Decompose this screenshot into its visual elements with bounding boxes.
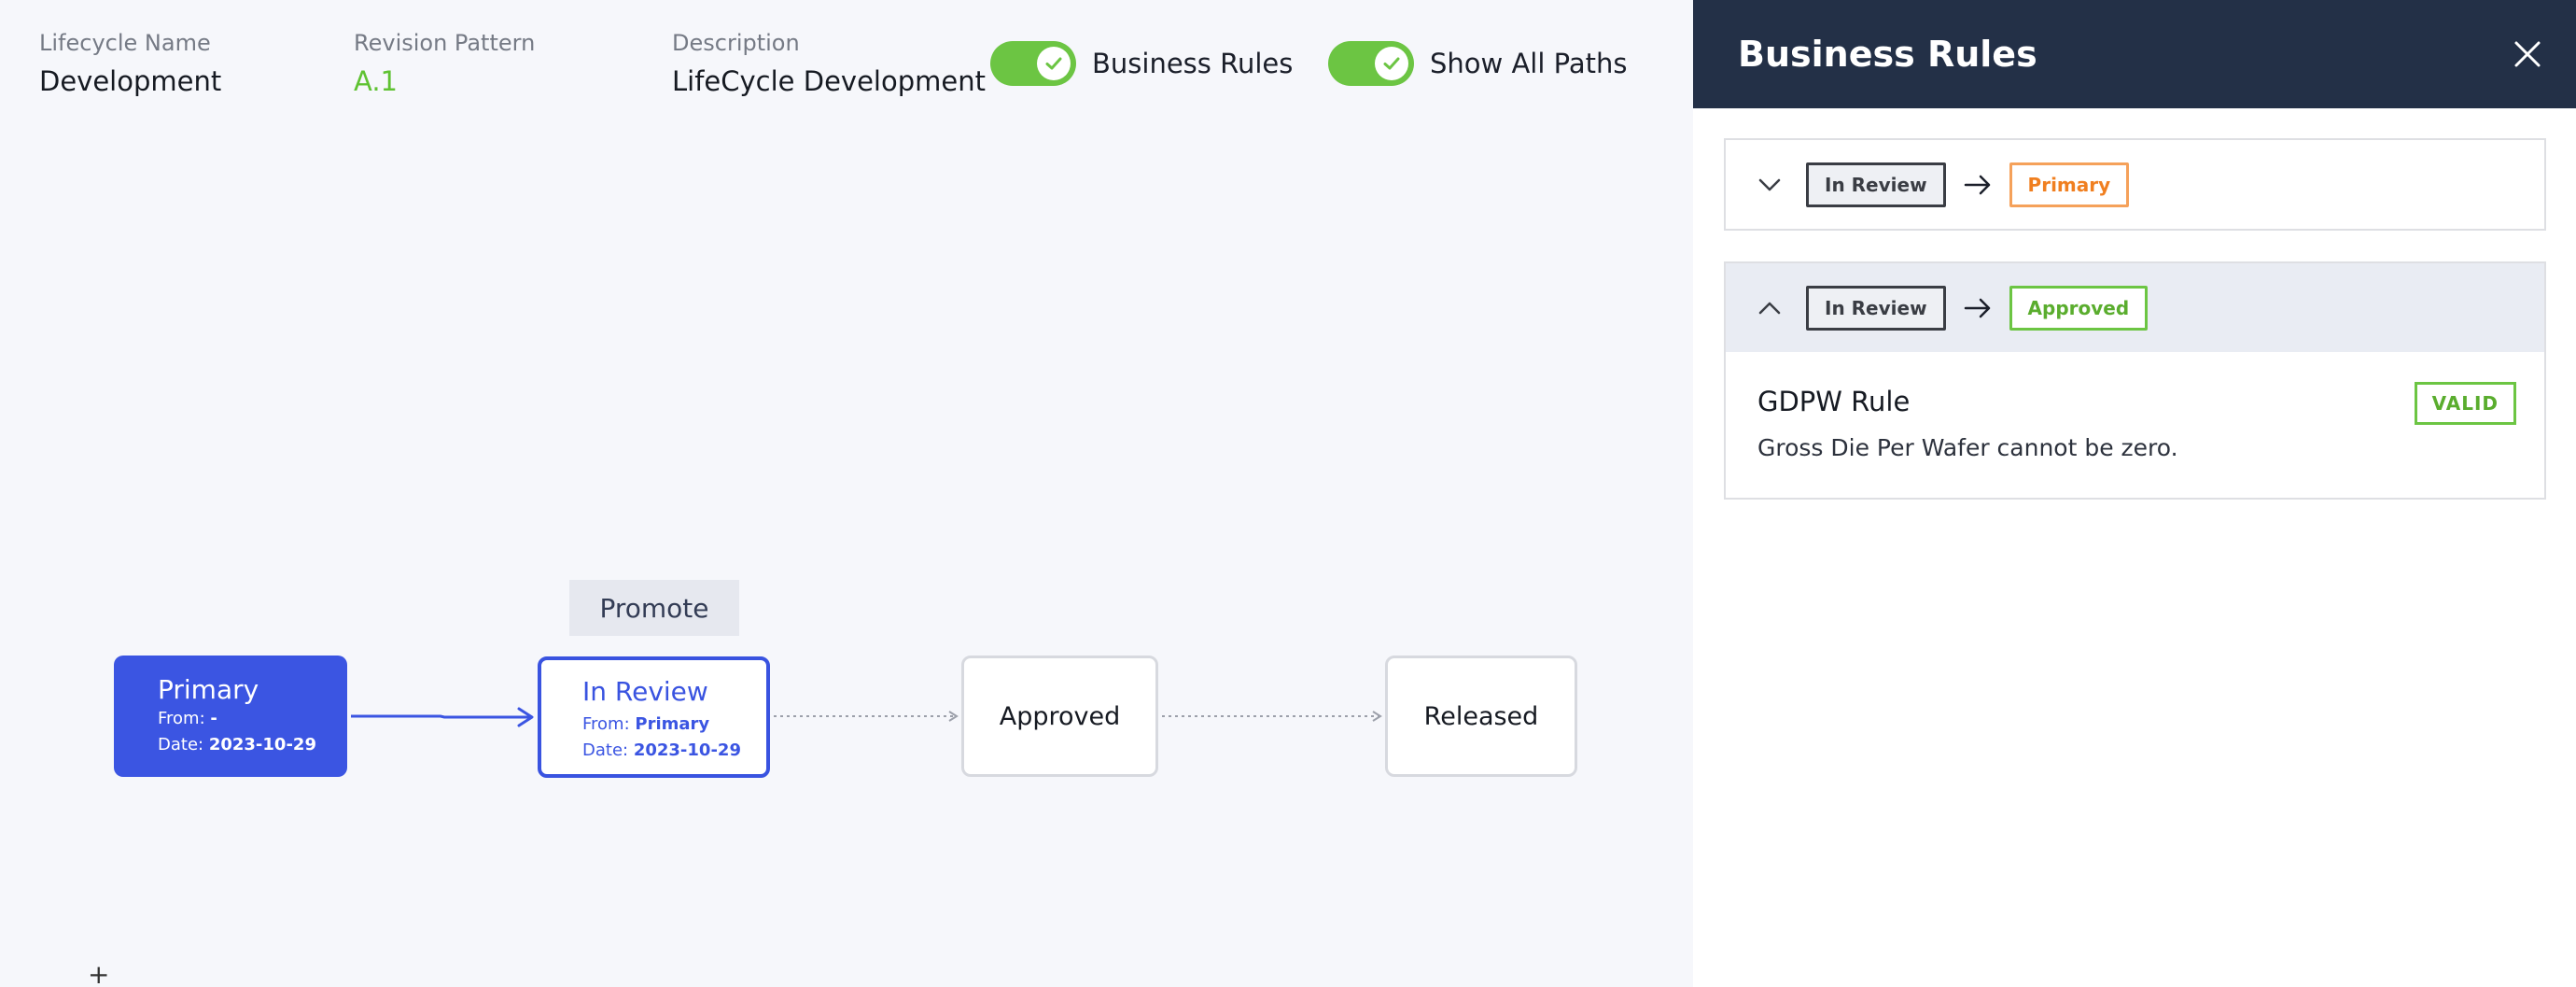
transition-rule-in-review-to-approved: In Review Approved GDPW Rule Gross Die P… <box>1724 261 2546 500</box>
transition-header[interactable]: In Review Primary <box>1726 140 2544 229</box>
state-node-title: Primary <box>158 674 259 705</box>
flow-connectors <box>351 707 1382 727</box>
show-all-paths-toggle-group: Show All Paths <box>1328 41 1627 86</box>
to-state-tag: Approved <box>2009 285 2149 331</box>
from-value: - <box>210 709 217 728</box>
state-node-in-review[interactable]: In Review From: Primary Date: 2023-10-29 <box>538 656 770 778</box>
state-node-released[interactable]: Released <box>1385 656 1577 777</box>
description-field: Description LifeCycle Development <box>672 30 986 97</box>
revision-pattern-value: A.1 <box>354 65 398 97</box>
from-label: From: <box>158 709 205 728</box>
promote-button[interactable]: Promote <box>569 580 739 636</box>
from-state-tag: In Review <box>1806 285 1946 331</box>
show-all-paths-toggle-label: Show All Paths <box>1430 48 1628 79</box>
show-all-paths-toggle[interactable] <box>1328 41 1414 86</box>
status-badge: VALID <box>2414 382 2516 425</box>
check-icon <box>1037 47 1071 80</box>
to-state-tag: Primary <box>2009 162 2130 207</box>
date-value: 2023-10-29 <box>633 740 741 760</box>
state-node-date: Date: 2023-10-29 <box>582 738 766 764</box>
from-state-tag: In Review <box>1806 162 1946 207</box>
business-rules-toggle-label: Business Rules <box>1092 48 1294 79</box>
revision-pattern-field: Revision Pattern A.1 <box>354 30 535 97</box>
description-label: Description <box>672 30 800 56</box>
rule-detail: GDPW Rule Gross Die Per Wafer cannot be … <box>1726 352 2544 462</box>
rule-description: Gross Die Per Wafer cannot be zero. <box>1757 434 2178 461</box>
date-label: Date: <box>158 735 204 754</box>
date-label: Date: <box>582 740 629 760</box>
lifecycle-name-label: Lifecycle Name <box>39 30 211 56</box>
state-node-approved[interactable]: Approved <box>961 656 1158 777</box>
business-rules-toggle[interactable] <box>990 41 1076 86</box>
description-value: LifeCycle Development <box>672 65 986 97</box>
state-node-primary[interactable]: Primary From: - Date: 2023-10-29 <box>114 656 347 777</box>
close-icon <box>2514 41 2541 67</box>
business-rules-toggle-group: Business Rules <box>990 41 1293 86</box>
state-node-date: Date: 2023-10-29 <box>158 732 347 758</box>
chevron-up-icon[interactable] <box>1756 294 1784 322</box>
lifecycle-canvas: Lifecycle Name Development Revision Patt… <box>0 0 1693 987</box>
arrow-right-icon <box>1961 171 1995 199</box>
lifecycle-name-value: Development <box>39 65 222 97</box>
transition-rule-in-review-to-primary: In Review Primary <box>1724 138 2546 231</box>
state-node-title: Released <box>1423 701 1539 731</box>
from-value: Primary <box>635 714 710 734</box>
check-icon <box>1375 47 1408 80</box>
lifecycle-name-field: Lifecycle Name Development <box>39 30 221 97</box>
transition-header[interactable]: In Review Approved <box>1726 263 2544 352</box>
connector-approved-to-released <box>1162 711 1382 722</box>
arrow-right-icon <box>1961 294 1995 322</box>
date-value: 2023-10-29 <box>208 735 316 754</box>
chevron-down-icon[interactable] <box>1756 171 1784 199</box>
business-rules-panel: Business Rules In Review Primary In Revi… <box>1693 0 2576 987</box>
state-node-title: Approved <box>999 701 1121 731</box>
plus-icon[interactable]: + <box>88 962 109 987</box>
connector-review-to-approved <box>774 711 959 722</box>
state-node-title: In Review <box>582 676 708 707</box>
from-label: From: <box>582 714 630 734</box>
close-button[interactable] <box>2507 34 2548 75</box>
panel-header: Business Rules <box>1693 0 2576 108</box>
panel-title: Business Rules <box>1738 34 2037 75</box>
revision-pattern-label: Revision Pattern <box>354 30 536 56</box>
connector-primary-to-review <box>351 707 534 727</box>
state-node-from: From: Primary <box>582 712 766 738</box>
state-node-from: From: - <box>158 706 347 732</box>
